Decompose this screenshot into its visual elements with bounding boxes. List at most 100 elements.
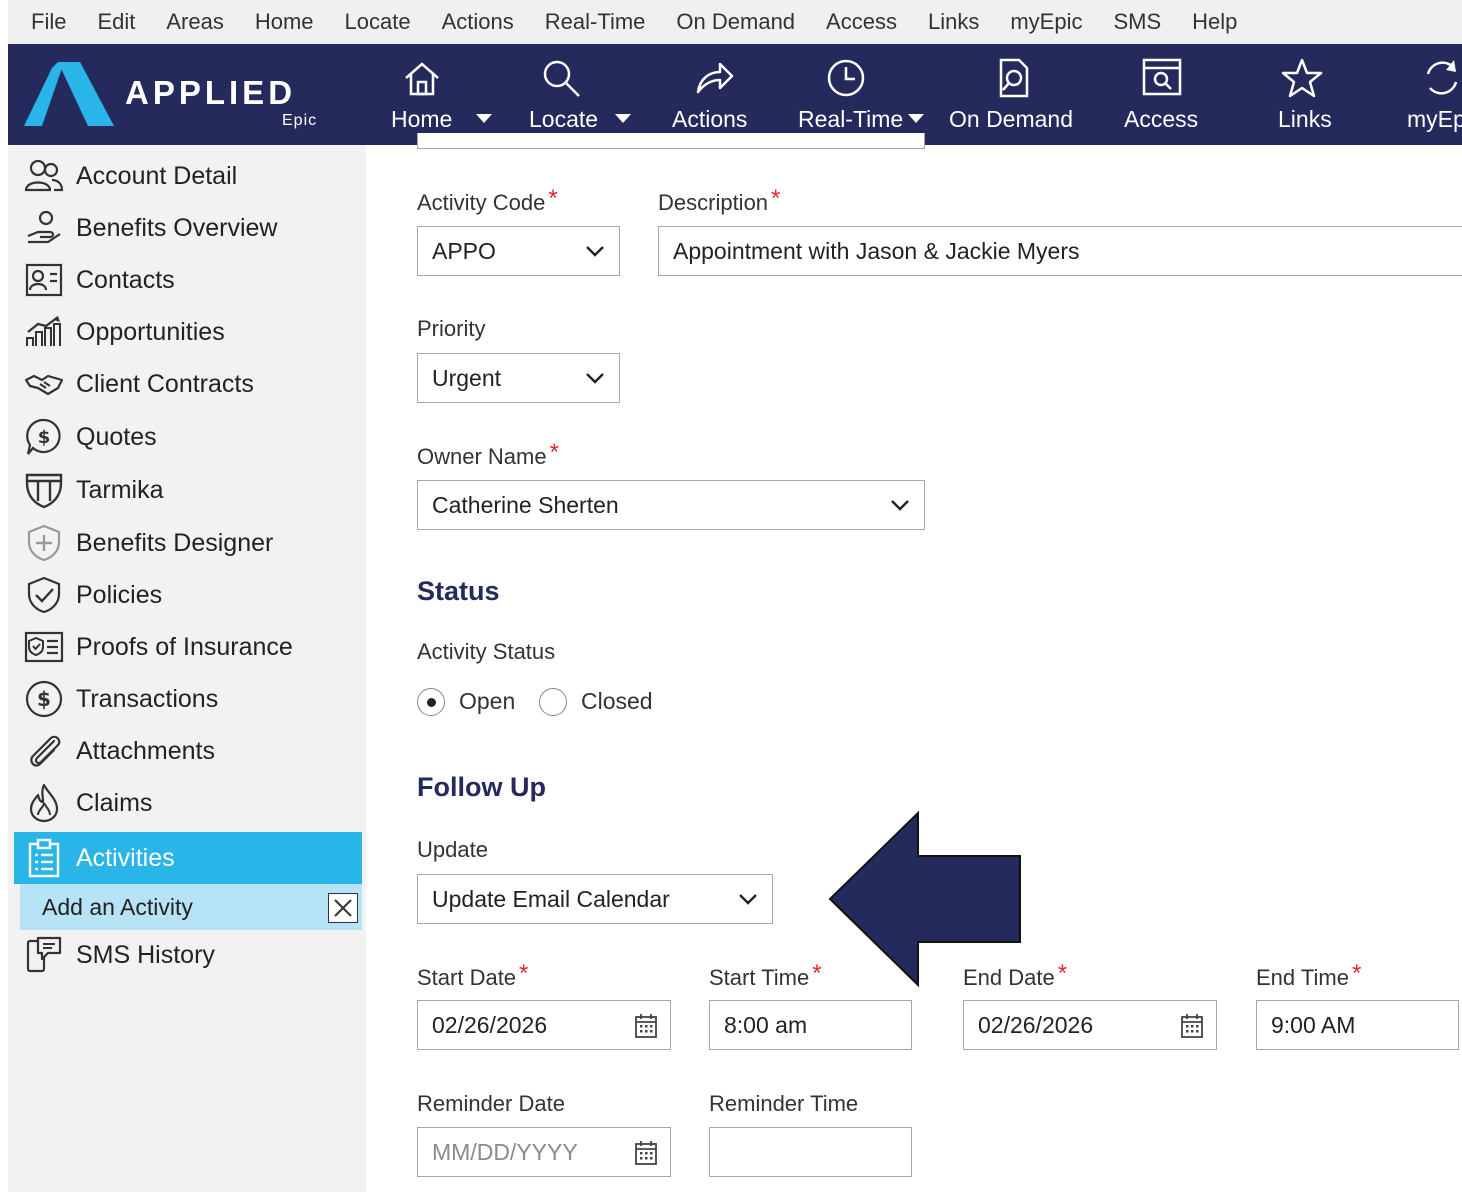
menu-sms[interactable]: SMS: [1113, 9, 1161, 35]
tarmika-icon: [22, 470, 66, 510]
svg-text:$: $: [38, 427, 51, 448]
reminder-date-input[interactable]: MM/DD/YYYY: [417, 1127, 671, 1177]
chevron-down-icon: [586, 373, 604, 384]
menu-edit[interactable]: Edit: [97, 9, 135, 35]
home-dropdown-caret-icon[interactable]: [476, 114, 492, 123]
sidebar-item-policies[interactable]: Policies: [14, 571, 362, 619]
sms-phone-icon: [22, 935, 66, 975]
benefits-hand-icon: [22, 208, 66, 248]
menu-home[interactable]: Home: [255, 9, 314, 35]
sidebar-item-client-contracts[interactable]: Client Contracts: [14, 360, 362, 408]
end-date-label: End Date *: [963, 960, 1068, 990]
owner-name-label: Owner Name *: [417, 439, 559, 469]
calendar-icon[interactable]: [1180, 1013, 1204, 1039]
dollar-bubble-icon: $: [22, 417, 66, 457]
sidebar-subitem-add-activity[interactable]: Add an Activity: [20, 884, 362, 930]
menu-locate[interactable]: Locate: [345, 9, 411, 35]
applied-logo-mark-icon: [24, 62, 114, 126]
menu-links[interactable]: Links: [928, 9, 979, 35]
growth-chart-icon: [22, 312, 66, 352]
toolbar-locate-button[interactable]: Locate: [523, 44, 643, 145]
status-open-radio[interactable]: [417, 688, 445, 716]
description-input[interactable]: Appointment with Jason & Jackie Myers: [658, 226, 1462, 276]
star-icon: [1281, 58, 1323, 98]
toolbar-myepic-button[interactable]: myEp: [1404, 44, 1462, 145]
toolbar-real-time-button[interactable]: Real-Time: [790, 44, 930, 145]
sidebar-item-tarmika[interactable]: Tarmika: [14, 466, 362, 514]
main-toolbar: APPLIED Epic Home Locate Actions Real-Ti…: [8, 44, 1462, 145]
update-select[interactable]: Update Email Calendar: [417, 874, 773, 924]
paperclip-icon: [22, 731, 66, 771]
priority-select[interactable]: Urgent: [417, 353, 620, 403]
menu-access[interactable]: Access: [826, 9, 897, 35]
sidebar-item-transactions[interactable]: $ Transactions: [14, 675, 362, 723]
calendar-icon[interactable]: [634, 1013, 658, 1039]
users-icon: [22, 156, 66, 196]
document-search-icon: [999, 58, 1029, 98]
sidebar-item-proofs-of-insurance[interactable]: Proofs of Insurance: [14, 623, 362, 671]
pointer-arrow-icon: [828, 810, 1021, 988]
real-time-dropdown-caret-icon[interactable]: [908, 114, 924, 123]
menu-on-demand[interactable]: On Demand: [676, 9, 795, 35]
brand-name: APPLIED: [125, 74, 297, 111]
menu-areas[interactable]: Areas: [166, 9, 223, 35]
end-time-label: End Time *: [1256, 960, 1362, 990]
sidebar-item-benefits-designer[interactable]: Benefits Designer: [14, 519, 362, 567]
toolbar-links-button[interactable]: Links: [1262, 44, 1342, 145]
close-icon[interactable]: [328, 893, 358, 923]
status-open-label: Open: [459, 688, 516, 714]
sidebar-item-sms-history[interactable]: SMS History: [14, 931, 362, 979]
menu-help[interactable]: Help: [1192, 9, 1237, 35]
menu-myepic[interactable]: myEpic: [1010, 9, 1082, 35]
reminder-time-input[interactable]: [709, 1127, 912, 1177]
calendar-icon[interactable]: [634, 1140, 658, 1166]
end-date-input[interactable]: 02/26/2026: [963, 1000, 1217, 1050]
sidebar-item-account-detail[interactable]: Account Detail: [14, 152, 362, 200]
priority-label: Priority: [417, 316, 486, 341]
toolbar-actions-button[interactable]: Actions: [668, 44, 768, 145]
home-icon: [405, 62, 439, 96]
shield-check-icon: [22, 575, 66, 615]
menu-actions[interactable]: Actions: [442, 9, 514, 35]
sidebar-item-quotes[interactable]: $ Quotes: [14, 413, 362, 461]
sidebar-item-benefits-overview[interactable]: Benefits Overview: [14, 204, 362, 252]
sidebar: Account Detail Benefits Overview Contact…: [8, 145, 366, 1192]
toolbar-home-button[interactable]: Home: [386, 44, 496, 145]
status-closed-label: Closed: [581, 688, 653, 714]
certificate-icon: [22, 627, 66, 667]
clock-icon: [827, 59, 865, 97]
sidebar-item-opportunities[interactable]: Opportunities: [14, 308, 362, 356]
menu-real-time[interactable]: Real-Time: [545, 9, 646, 35]
handshake-icon: [22, 364, 66, 404]
status-heading: Status: [417, 576, 500, 606]
status-closed-radio[interactable]: [539, 688, 567, 716]
shield-plus-icon: [22, 523, 66, 563]
previous-field-edge: [417, 133, 925, 149]
update-label: Update: [417, 837, 488, 862]
chevron-down-icon: [739, 894, 757, 905]
access-window-icon: [1142, 58, 1182, 96]
search-icon: [543, 60, 580, 97]
end-time-input[interactable]: 9:00 AM: [1256, 1000, 1459, 1050]
reminder-date-label: Reminder Date: [417, 1091, 565, 1116]
sidebar-item-claims[interactable]: Claims: [14, 779, 362, 827]
toolbar-access-button[interactable]: Access: [1118, 44, 1208, 145]
start-time-input[interactable]: 8:00 am: [709, 1000, 912, 1050]
start-date-input[interactable]: 02/26/2026: [417, 1000, 671, 1050]
start-date-label: Start Date *: [417, 960, 529, 990]
follow-up-heading: Follow Up: [417, 772, 546, 802]
description-label: Description *: [658, 185, 781, 215]
sidebar-item-attachments[interactable]: Attachments: [14, 727, 362, 775]
owner-name-select[interactable]: Catherine Sherten: [417, 480, 925, 530]
flame-icon: [22, 783, 66, 823]
menu-file[interactable]: File: [31, 9, 66, 35]
locate-dropdown-caret-icon[interactable]: [615, 114, 631, 123]
activity-code-label: Activity Code *: [417, 185, 558, 215]
sidebar-item-contacts[interactable]: Contacts: [14, 256, 362, 304]
svg-text:$: $: [37, 687, 51, 711]
sidebar-item-activities[interactable]: Activities: [14, 832, 362, 884]
toolbar-on-demand-button[interactable]: On Demand: [945, 44, 1075, 145]
activity-code-select[interactable]: APPO: [417, 226, 620, 276]
start-time-label: Start Time *: [709, 960, 822, 990]
chevron-down-icon: [586, 246, 604, 257]
